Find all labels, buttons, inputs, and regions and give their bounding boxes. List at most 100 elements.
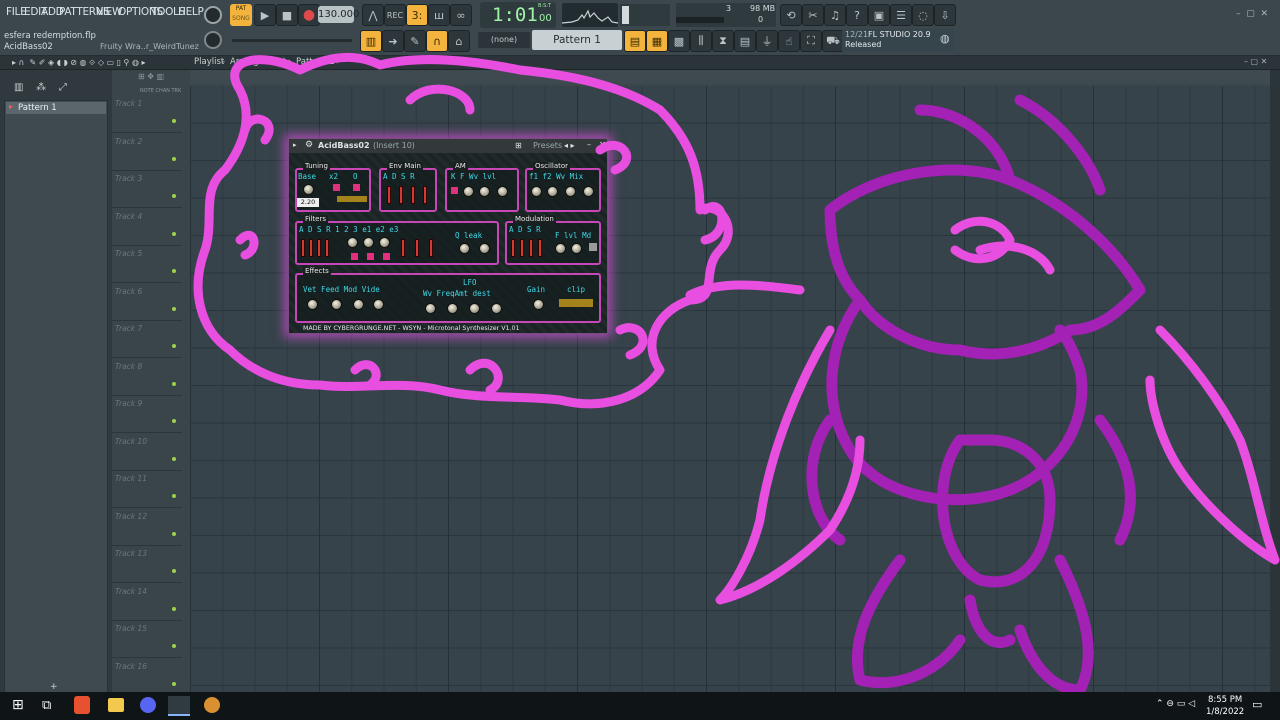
add-track-icon[interactable]: + bbox=[50, 682, 58, 692]
env-sustain-fader[interactable] bbox=[411, 186, 415, 204]
filter-sustain-fader[interactable] bbox=[317, 239, 321, 257]
touch-icon[interactable]: ☝ bbox=[778, 30, 800, 52]
pattern-picker-icons[interactable]: ▥ ⁂ ⤢ bbox=[14, 82, 67, 93]
mic-icon[interactable]: ♫ bbox=[824, 4, 846, 26]
osc-mix-knob[interactable] bbox=[583, 186, 594, 197]
filter-decay-fader[interactable] bbox=[309, 239, 313, 257]
breadcrumb-2[interactable]: Arrangement bbox=[230, 57, 286, 67]
playlist-window-controls[interactable]: – ▢ ✕ bbox=[1244, 57, 1267, 66]
track-header[interactable]: Track 15 bbox=[112, 621, 182, 658]
track-header[interactable]: Track 14 bbox=[112, 584, 182, 621]
osc-f2-knob[interactable] bbox=[547, 186, 558, 197]
env-release-fader[interactable] bbox=[423, 186, 427, 204]
filter-1-toggle[interactable] bbox=[351, 253, 358, 260]
filter-e2-fader[interactable] bbox=[415, 239, 419, 257]
env-attack-fader[interactable] bbox=[387, 186, 391, 204]
env-decay-fader[interactable] bbox=[399, 186, 403, 204]
lfo-wv-knob[interactable] bbox=[425, 303, 436, 314]
filter-2-toggle[interactable] bbox=[367, 253, 374, 260]
mod-lvl-knob[interactable] bbox=[571, 243, 582, 254]
track-led-icon[interactable] bbox=[172, 306, 176, 311]
tuning-slider[interactable] bbox=[337, 196, 367, 202]
mod-md-toggle[interactable] bbox=[589, 243, 597, 251]
track-header[interactable]: Track 2 bbox=[112, 134, 182, 171]
mod-sustain-fader[interactable] bbox=[529, 239, 533, 257]
discord-icon[interactable] bbox=[140, 697, 156, 713]
mod-decay-fader[interactable] bbox=[520, 239, 524, 257]
task-view-icon[interactable]: ⧉ bbox=[42, 698, 51, 713]
track-header[interactable]: Track 16 bbox=[112, 659, 182, 696]
track-led-icon[interactable] bbox=[172, 344, 176, 348]
lfo-amt-knob[interactable] bbox=[469, 303, 480, 314]
stop-button[interactable]: ■ bbox=[276, 4, 298, 26]
obs-icon[interactable] bbox=[204, 697, 220, 713]
track-header[interactable]: Track 12 bbox=[112, 509, 182, 546]
filter-e3-fader[interactable] bbox=[429, 239, 433, 257]
base-knob[interactable] bbox=[303, 184, 314, 195]
record-button[interactable]: ● bbox=[298, 4, 320, 26]
snap-selector[interactable]: (none) bbox=[478, 32, 530, 48]
filter-3-knob[interactable] bbox=[379, 237, 390, 248]
track-led-icon[interactable] bbox=[172, 419, 176, 423]
loop-record-icon[interactable]: ∞ bbox=[450, 4, 472, 26]
track-header[interactable]: Track 9 bbox=[112, 396, 182, 433]
tempo-tap-icon[interactable]: ⛶ bbox=[800, 30, 822, 52]
piano-icon[interactable]: ▥ bbox=[360, 30, 382, 52]
track-led-icon[interactable] bbox=[172, 644, 176, 648]
menu-help[interactable]: HELP bbox=[178, 6, 204, 22]
effects-mod-knob[interactable] bbox=[353, 299, 364, 310]
clip-slider[interactable] bbox=[559, 299, 593, 307]
track-led-icon[interactable] bbox=[172, 456, 176, 461]
am-toggle[interactable] bbox=[451, 187, 458, 194]
sliders-icon[interactable]: ⧗ bbox=[712, 30, 734, 52]
countdown-icon[interactable]: 3: bbox=[406, 4, 428, 26]
brave-browser-icon[interactable] bbox=[74, 696, 90, 714]
plugin-titlebar[interactable]: ▸ ⚙ AcidBass02 (Insert 10) ⊞ Presets ◂ ▸… bbox=[289, 139, 607, 153]
breadcrumb-3[interactable]: Pattern 1 bbox=[296, 57, 335, 67]
track-led-icon[interactable] bbox=[172, 381, 176, 386]
piano-roll-icon[interactable]: ▩ bbox=[668, 30, 690, 52]
track-led-icon[interactable] bbox=[172, 194, 176, 198]
breadcrumb-1[interactable]: Playlist bbox=[194, 57, 224, 67]
effects-feed-knob[interactable] bbox=[331, 299, 342, 310]
file-explorer-icon[interactable] bbox=[108, 698, 124, 712]
tuning-value[interactable]: 2.20 bbox=[297, 198, 319, 207]
chat-icon[interactable]: ◌ bbox=[912, 4, 934, 26]
preset-arrows-icon[interactable]: ◂ ▸ bbox=[564, 141, 575, 150]
mod-attack-fader[interactable] bbox=[511, 239, 515, 257]
filter-3-toggle[interactable] bbox=[383, 253, 390, 260]
track-led-icon[interactable] bbox=[172, 269, 176, 273]
effects-vet-knob[interactable] bbox=[307, 299, 318, 310]
metronome-icon[interactable]: ⋀ bbox=[362, 4, 384, 26]
filter-attack-fader[interactable] bbox=[301, 239, 305, 257]
track-led-icon[interactable] bbox=[172, 494, 176, 498]
track-led-icon[interactable] bbox=[172, 156, 176, 161]
track-header[interactable]: Track 1 bbox=[112, 96, 182, 133]
news-panel[interactable]: 12/21 FL STUDIO 20.9 Released ◍ bbox=[842, 29, 954, 51]
track-led-icon[interactable] bbox=[172, 231, 176, 236]
o-toggle[interactable] bbox=[353, 184, 360, 191]
fl-studio-taskbar-icon[interactable] bbox=[168, 696, 190, 716]
playlist-tools-icons[interactable]: ▸ ∩ ✎ ✐ ◈ ◖ ◗ ⊘ ◍ ⟐ ◇ ▭ ▯ ⚲ ◍ ▸ bbox=[12, 58, 146, 68]
filter-q-knob[interactable] bbox=[459, 243, 470, 254]
mixer-view-icon[interactable]: ⫼ bbox=[690, 30, 712, 52]
plugin-icon[interactable]: ⏚ bbox=[756, 30, 778, 52]
help-icon[interactable]: ? bbox=[846, 4, 868, 26]
stamp-icon[interactable]: ⌂ bbox=[448, 30, 470, 52]
mod-f-knob[interactable] bbox=[555, 243, 566, 254]
filter-1-knob[interactable] bbox=[347, 237, 358, 248]
track-header[interactable]: Track 6 bbox=[112, 284, 182, 321]
arrow-icon[interactable]: ➜ bbox=[382, 30, 404, 52]
effects-vide-knob[interactable] bbox=[373, 299, 384, 310]
track-header[interactable]: Track 11 bbox=[112, 471, 182, 508]
browser-icon[interactable]: ▤ bbox=[734, 30, 756, 52]
gain-knob[interactable] bbox=[533, 299, 544, 310]
osc-f1-knob[interactable] bbox=[531, 186, 542, 197]
plugin-menu-icon[interactable]: ▸ bbox=[293, 141, 297, 149]
notifications-icon[interactable]: ▭ bbox=[1252, 698, 1262, 711]
mixer-icon[interactable]: ☰ bbox=[890, 4, 912, 26]
pencil-icon[interactable]: ✎ bbox=[404, 30, 426, 52]
track-led-icon[interactable] bbox=[172, 531, 176, 536]
track-led-icon[interactable] bbox=[172, 119, 176, 123]
presets-button[interactable]: Presets bbox=[533, 141, 562, 150]
